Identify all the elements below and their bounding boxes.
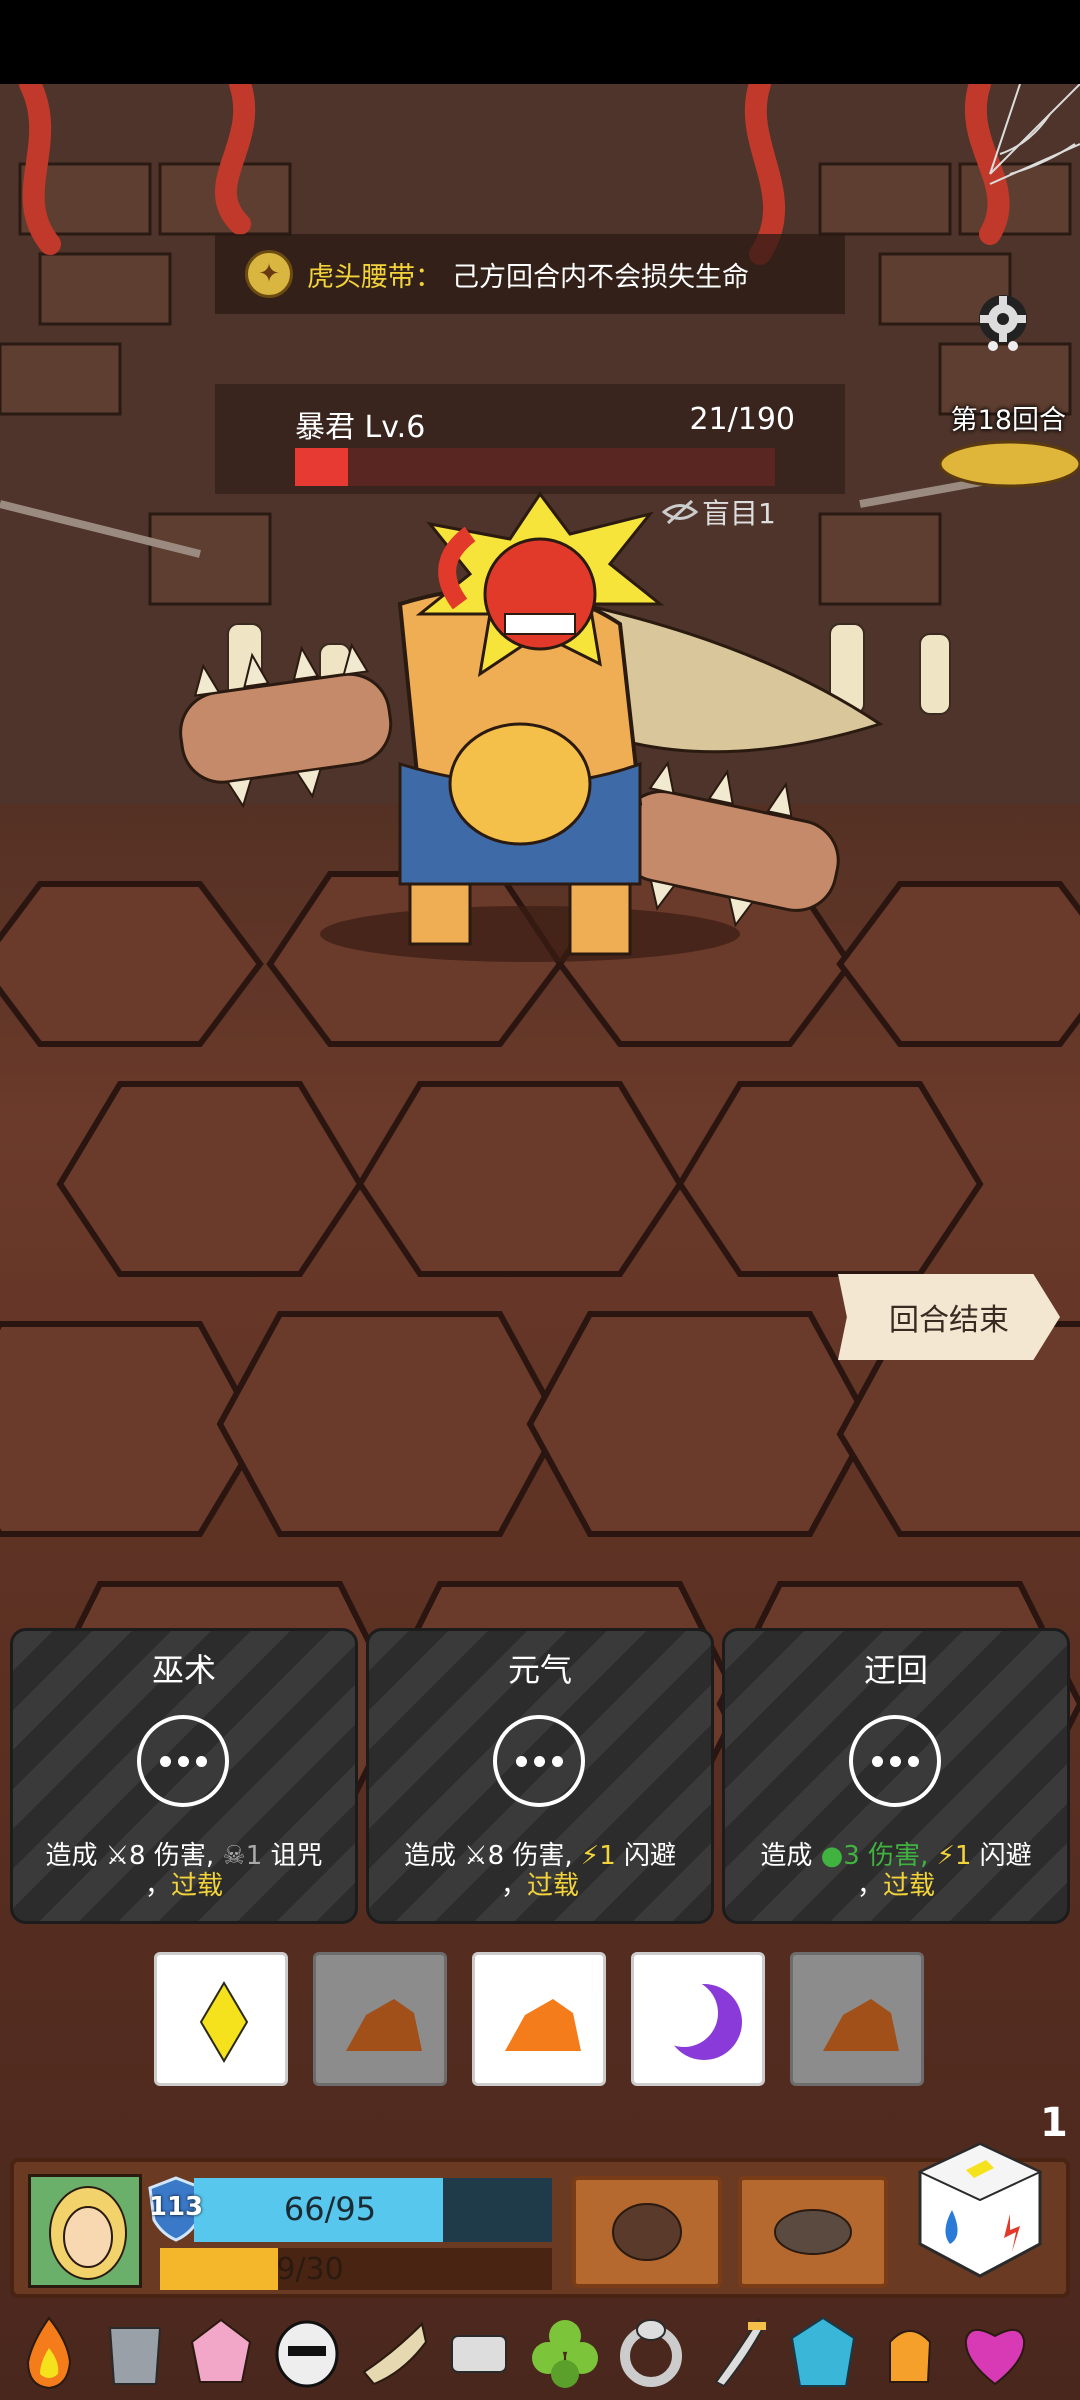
round-counter: 第18回合 bbox=[950, 405, 1066, 436]
enemy-name: 暴君 Lv.6 bbox=[295, 410, 426, 445]
horn-icon[interactable] bbox=[354, 2312, 432, 2394]
scroll-icon[interactable] bbox=[440, 2312, 518, 2394]
player-panel: 113 66/95 9/30 bbox=[10, 2158, 1070, 2298]
player-avatar[interactable] bbox=[28, 2174, 142, 2288]
yellow-diamond-icon bbox=[199, 1981, 249, 2063]
dice-slot-4[interactable] bbox=[631, 1952, 765, 2086]
dice-slot-1[interactable] bbox=[154, 1952, 288, 2086]
equipment-slot-blade[interactable] bbox=[738, 2176, 888, 2288]
relic-name: 虎头腰带： bbox=[307, 261, 442, 293]
skull-mask-icon[interactable] bbox=[268, 2312, 346, 2394]
enemy-hp-fill bbox=[295, 448, 349, 486]
player-hp-text: 66/95 bbox=[283, 2190, 377, 2228]
rock-icon bbox=[823, 1999, 899, 2051]
more-options-icon[interactable] bbox=[493, 1715, 585, 1807]
relic-description: 己方回合内不会损失生命 bbox=[452, 261, 749, 293]
pink-crystal-icon[interactable] bbox=[182, 2312, 260, 2394]
skill-card-vigor[interactable]: 元气 造成 ⚔8 伤害, ⚡1 闪避 ，过载 bbox=[366, 1628, 714, 1924]
dice-count: 1 bbox=[1040, 2100, 1068, 2146]
enemy-hp-text: 21/190 bbox=[689, 402, 795, 437]
relic-bar bbox=[0, 2304, 1080, 2400]
equipment-slot-fist[interactable] bbox=[572, 2176, 722, 2288]
rock-icon bbox=[505, 1999, 581, 2051]
skill-description: 造成 ⚔8 伤害, ⚡1 闪避 ，过载 bbox=[404, 1841, 676, 1901]
skill-card-detour[interactable]: 迂回 造成 ●3 伤害, ⚡1 闪避 ，过载 bbox=[722, 1628, 1070, 1924]
clover-icon[interactable] bbox=[526, 2312, 604, 2394]
more-options-icon[interactable] bbox=[137, 1715, 229, 1807]
status-bar bbox=[0, 0, 1080, 84]
sword-icon: ⚔ bbox=[105, 1841, 130, 1871]
glove-icon[interactable] bbox=[870, 2312, 948, 2394]
tiger-head-belt-icon: ✦ bbox=[245, 250, 293, 298]
relic-effect-banner: ✦ 虎头腰带： 己方回合内不会损失生命 bbox=[215, 234, 845, 314]
purple-moon-icon bbox=[650, 1979, 742, 2060]
player-energy-text: 9/30 bbox=[276, 2252, 344, 2287]
skill-card-witchcraft[interactable]: 巫术 造成 ⚔8 伤害, ☠1 诅咒 ，过载 bbox=[10, 1628, 358, 1924]
lightning-icon: ⚡ bbox=[936, 1841, 955, 1871]
dagger-icon[interactable] bbox=[698, 2312, 776, 2394]
enemy-hp-bar bbox=[295, 448, 775, 486]
skill-title: 迂回 bbox=[863, 1651, 928, 1689]
poison-drop-icon: ● bbox=[820, 1841, 844, 1871]
skill-description: 造成 ●3 伤害, ⚡1 闪避 ，过载 bbox=[760, 1841, 1032, 1901]
enemy-status-blind[interactable]: 盲目1 bbox=[662, 492, 776, 532]
armor-icon[interactable] bbox=[96, 2312, 174, 2394]
end-turn-button[interactable]: 回合结束 bbox=[838, 1274, 1060, 1360]
enemy-status-label: 盲目1 bbox=[702, 497, 776, 530]
skull-icon: ☠ bbox=[222, 1841, 246, 1871]
dice-slot-5[interactable] bbox=[790, 1952, 924, 2086]
dice-slot-2[interactable] bbox=[313, 1952, 447, 2086]
blade-icon bbox=[774, 2209, 852, 2255]
skill-title: 元气 bbox=[507, 1651, 572, 1689]
rock-icon bbox=[346, 1999, 422, 2051]
enemy-info-panel: 暴君 Lv.6 21/190 bbox=[215, 384, 845, 494]
dice-slot-3[interactable] bbox=[472, 1952, 606, 2086]
more-options-icon[interactable] bbox=[849, 1715, 941, 1807]
roll-dice-button[interactable] bbox=[916, 2140, 1044, 2280]
skill-title: 巫术 bbox=[151, 1651, 216, 1689]
lightning-icon: ⚡ bbox=[580, 1841, 600, 1871]
fire-icon[interactable] bbox=[10, 2312, 88, 2394]
blind-eye-icon bbox=[662, 499, 698, 525]
blue-gem-icon[interactable] bbox=[784, 2312, 862, 2394]
sword-icon: ⚔ bbox=[464, 1841, 488, 1871]
gear-icon[interactable] bbox=[968, 284, 1038, 354]
skill-description: 造成 ⚔8 伤害, ☠1 诅咒 ，过载 bbox=[45, 1841, 323, 1901]
heart-icon[interactable] bbox=[956, 2312, 1034, 2394]
spiked-fist-icon bbox=[612, 2203, 682, 2261]
ring-icon[interactable] bbox=[612, 2312, 690, 2394]
